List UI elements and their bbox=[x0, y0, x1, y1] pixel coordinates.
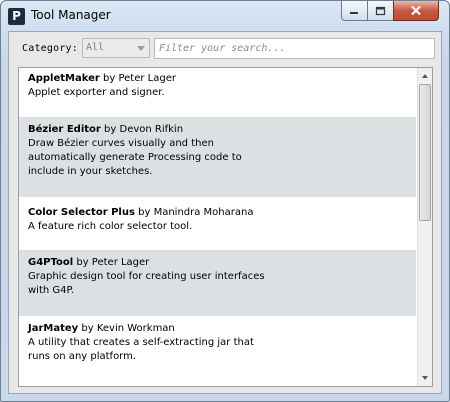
minimize-button[interactable] bbox=[341, 1, 368, 21]
arrow-down-icon bbox=[422, 376, 428, 380]
tool-list-item[interactable]: Color Selector Plus by Manindra Moharana… bbox=[19, 197, 416, 250]
tool-name: Color Selector Plus bbox=[28, 207, 135, 218]
tool-manager-content: Category: All AppletMaker by Peter Lager… bbox=[8, 31, 442, 394]
tool-author: by Devon Rifkin bbox=[104, 124, 184, 135]
scrollbar-thumb[interactable] bbox=[419, 84, 431, 221]
minimize-icon bbox=[350, 11, 358, 14]
category-dropdown[interactable]: All bbox=[82, 38, 150, 58]
tool-author: by Manindra Moharana bbox=[138, 207, 254, 218]
processing-app-icon: P bbox=[8, 8, 25, 25]
tool-author: by Kevin Workman bbox=[81, 323, 175, 334]
tool-list-item[interactable]: Bézier Editor by Devon Rifkin Draw Bézie… bbox=[19, 117, 416, 197]
tool-list-item[interactable]: JarMatey by Kevin Workman A utility that… bbox=[19, 316, 416, 386]
tool-description: runs on any platform. bbox=[28, 351, 137, 362]
tool-manager-window: P Tool Manager Category: All AppletMaker… bbox=[0, 0, 450, 402]
tool-name: Bézier Editor bbox=[28, 124, 101, 135]
tool-description: automatically generate Processing code t… bbox=[28, 152, 242, 163]
tool-description: A feature rich color selector tool. bbox=[28, 221, 193, 232]
tool-description: include in your sketches. bbox=[28, 166, 153, 177]
tool-list-item[interactable]: AppletMaker by Peter Lager Applet export… bbox=[19, 68, 416, 117]
tool-description: Draw Bézier curves visually and then bbox=[28, 138, 214, 149]
window-title: Tool Manager bbox=[31, 8, 111, 22]
scroll-up-button[interactable] bbox=[418, 68, 432, 83]
chevron-down-icon bbox=[137, 46, 145, 51]
tool-author: by Peter Lager bbox=[103, 73, 176, 84]
filter-search-input[interactable] bbox=[154, 38, 435, 59]
tool-description: with G4P. bbox=[28, 285, 75, 296]
close-icon bbox=[411, 5, 421, 16]
tool-list-panel: AppletMaker by Peter Lager Applet export… bbox=[18, 67, 433, 387]
maximize-button[interactable] bbox=[367, 1, 394, 21]
category-selected-value: All bbox=[86, 42, 105, 53]
close-button[interactable] bbox=[393, 1, 439, 21]
tool-name: JarMatey bbox=[28, 323, 79, 334]
maximize-icon bbox=[375, 6, 386, 15]
category-label: Category: bbox=[22, 43, 78, 54]
tool-author: by Peter Lager bbox=[76, 257, 150, 268]
tool-list-item[interactable]: G4PTool by Peter Lager Graphic design to… bbox=[19, 250, 416, 316]
tool-description: Applet exporter and signer. bbox=[28, 87, 165, 98]
tool-name: AppletMaker bbox=[28, 73, 100, 84]
title-bar[interactable]: P Tool Manager bbox=[1, 1, 449, 31]
arrow-up-icon bbox=[422, 74, 428, 78]
tool-description: A utility that creates a self-extracting… bbox=[28, 337, 254, 348]
tool-list: AppletMaker by Peter Lager Applet export… bbox=[19, 68, 416, 386]
tool-description: Graphic design tool for creating user in… bbox=[28, 271, 265, 282]
scroll-down-button[interactable] bbox=[418, 371, 432, 386]
tool-name: G4PTool bbox=[28, 257, 74, 268]
vertical-scrollbar[interactable] bbox=[417, 68, 432, 386]
